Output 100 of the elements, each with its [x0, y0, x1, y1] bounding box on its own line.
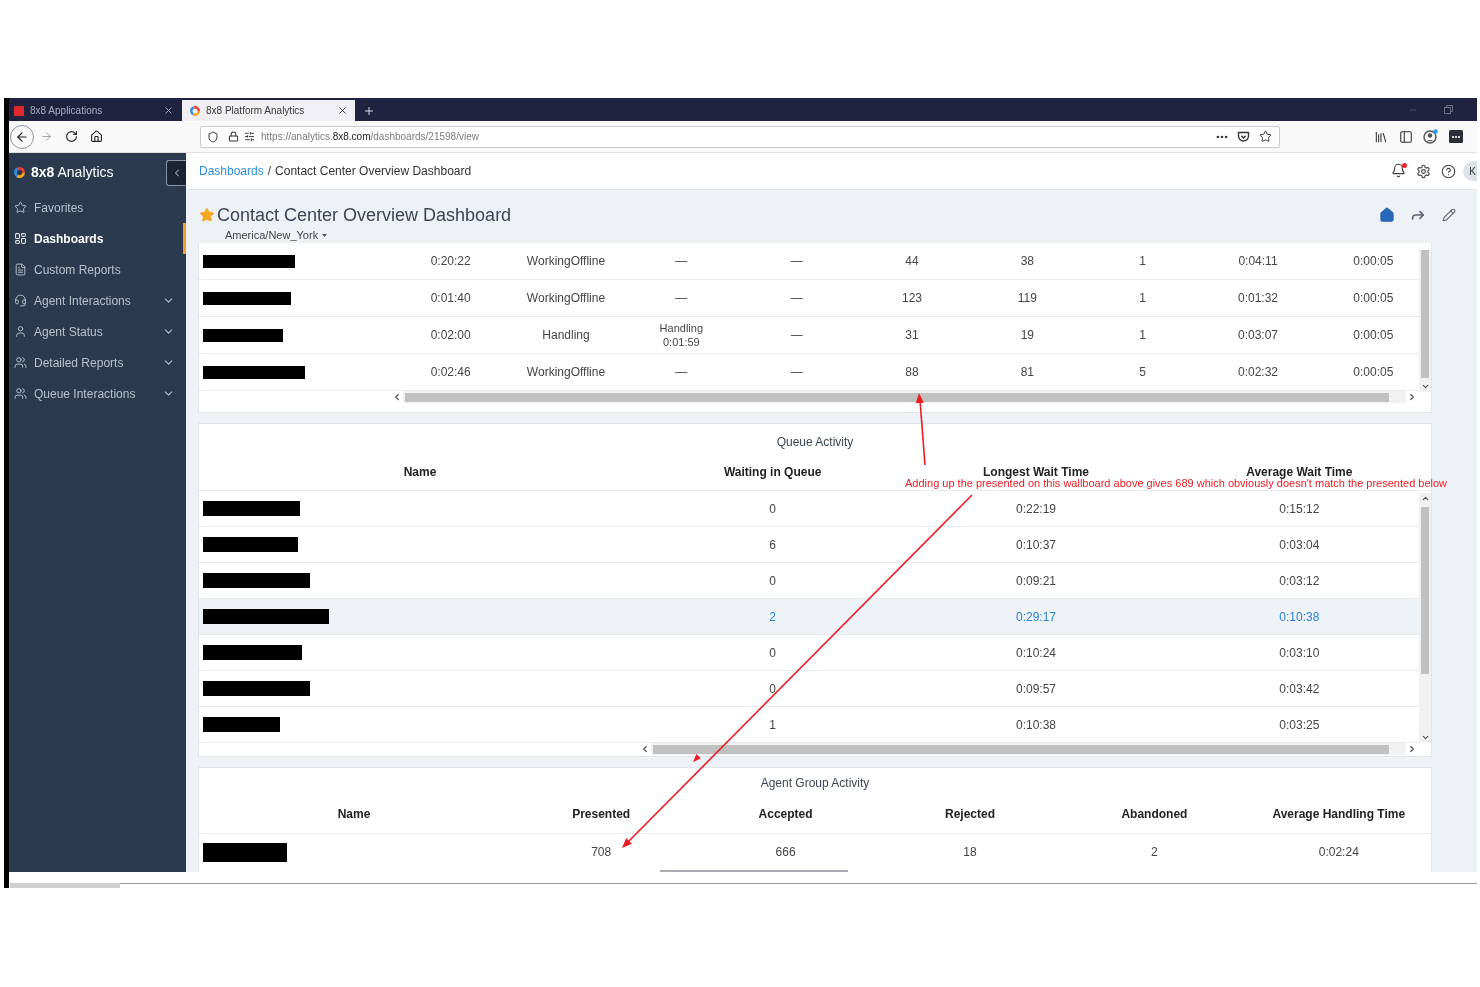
table-value: 0:03:10	[1279, 644, 1320, 662]
sidebar-item[interactable]: Agent Status	[9, 316, 186, 347]
caret-icon[interactable]	[322, 233, 328, 237]
home-icon[interactable]	[90, 130, 103, 143]
sidebar-item[interactable]: Queue Interactions	[9, 378, 186, 409]
scrollbar-track[interactable]	[1419, 250, 1431, 392]
timezone-dropdown[interactable]: America/New_York	[225, 226, 328, 244]
chevron-badge-icon[interactable]	[1237, 130, 1250, 143]
browser-tab[interactable]: 8x8 Platform Analytics	[182, 100, 355, 121]
chevron-down-icon[interactable]	[1420, 733, 1430, 742]
table-value: —	[675, 290, 688, 307]
table-value: 6	[769, 536, 776, 554]
sidebar-icon[interactable]	[1398, 129, 1413, 144]
table-value: 666	[775, 844, 796, 861]
column-header: Average Handling Time	[1272, 806, 1406, 823]
logo-icon	[14, 105, 24, 116]
table-value: 0:01:40	[430, 290, 471, 307]
help-icon[interactable]	[1441, 163, 1456, 179]
table-value: 123	[901, 290, 922, 307]
table-value: Handling	[542, 327, 590, 344]
restore-icon[interactable]	[1444, 105, 1453, 114]
scrollbar-thumb[interactable]	[1421, 507, 1429, 674]
table-value: 0:02:24	[1318, 844, 1359, 861]
column-header: Average Wait Time	[1246, 464, 1353, 480]
annotation-text: Adding up the presented on this wallboard above gives 689 which obviously doesn't match the presented below	[905, 477, 1448, 489]
table-value: 0	[769, 572, 776, 590]
column-header: Rejected	[944, 806, 995, 823]
settings-icon[interactable]	[1416, 163, 1431, 179]
scrollbar-track[interactable]	[651, 743, 1406, 755]
sidebar-item[interactable]: Agent Interactions	[9, 285, 186, 316]
chevron-right-icon[interactable]	[1407, 392, 1417, 402]
account-icon[interactable]	[1423, 129, 1438, 144]
lock-icon[interactable]	[228, 131, 239, 142]
table-value: 1	[769, 716, 776, 734]
bookmark-star-icon[interactable]	[1259, 130, 1272, 143]
table-value: Handling 0:01:59	[659, 321, 704, 349]
scrollbar-thumb[interactable]	[660, 870, 848, 872]
table-value: 0:10:38	[1015, 716, 1056, 734]
scrollbar-thumb[interactable]	[653, 744, 1389, 754]
sidebar-item[interactable]: Detailed Reports	[9, 347, 186, 378]
table-value: 2	[769, 608, 776, 626]
table-value: 0:01:32	[1237, 290, 1278, 307]
scrollbar-thumb[interactable]	[10, 883, 120, 888]
chevron-right-icon[interactable]	[1407, 744, 1417, 754]
headset-icon	[14, 294, 27, 307]
close-icon[interactable]	[163, 105, 174, 116]
pencil-icon[interactable]	[1442, 208, 1456, 222]
new-tab-icon[interactable]	[363, 105, 375, 117]
table-value: 0:00:05	[1353, 290, 1394, 307]
breadcrumb-current: Contact Center Overview Dashboard	[275, 163, 472, 180]
table-value: 0:03:25	[1279, 716, 1320, 734]
column-header: Longest Wait Time	[983, 464, 1089, 480]
table-value: 0:10:38	[1279, 608, 1320, 626]
app-name: 8x8 Analytics	[31, 163, 114, 182]
table-value: 0:03:07	[1237, 327, 1278, 344]
table-value: 0:20:22	[430, 253, 471, 270]
sliders-icon[interactable]	[244, 131, 255, 142]
table-value: 0:03:42	[1279, 680, 1320, 698]
table-value: 18	[963, 844, 977, 861]
table-value: 0:03:12	[1279, 572, 1320, 590]
chevron-left-icon[interactable]	[640, 744, 650, 754]
table-value: 1	[1139, 327, 1146, 344]
table-value: 38	[1020, 253, 1034, 270]
users-icon	[14, 387, 27, 400]
logo-icon	[190, 105, 200, 116]
scrollbar-thumb[interactable]	[1421, 250, 1429, 378]
table-value: 0:22:19	[1015, 500, 1056, 518]
shield-icon[interactable]	[207, 130, 219, 143]
table-value: 0:00:05	[1353, 364, 1394, 381]
avatar[interactable]: K	[1463, 161, 1477, 181]
chevron-down-icon[interactable]	[1420, 382, 1430, 391]
table-value: 19	[1020, 327, 1034, 344]
favorite-star-icon[interactable]	[199, 207, 215, 223]
sidebar-item[interactable]: Custom Reports	[9, 254, 186, 285]
table-value: 0:10:24	[1015, 644, 1056, 662]
dashboard-title: Contact Center Overview Dashboard	[217, 203, 512, 227]
sidebar-item[interactable]: Favorites	[9, 192, 186, 223]
chevron-up-icon[interactable]	[1420, 494, 1430, 503]
collapse-button[interactable]	[166, 159, 186, 186]
breadcrumb-link[interactable]: Dashboards	[199, 162, 264, 180]
extension-icon[interactable]	[1448, 130, 1463, 143]
table-value: 0:09:21	[1015, 572, 1056, 590]
scrollbar-track[interactable]	[1419, 493, 1431, 743]
table-value: 88	[905, 364, 919, 381]
scrollbar-track[interactable]	[403, 391, 1406, 403]
card-title: Agent Group Activity	[760, 775, 870, 792]
scrollbar-thumb[interactable]	[405, 392, 1389, 402]
column-header: Name	[337, 806, 371, 823]
card-title: Queue Activity	[776, 433, 854, 451]
document-icon	[14, 263, 27, 276]
address-bar[interactable]: https://analytics.8x8.com/dashboards/21598/view	[200, 125, 1280, 148]
table-value: 0:02:00	[430, 327, 471, 344]
library-icon[interactable]	[1373, 129, 1388, 144]
column-header: Name	[403, 464, 437, 481]
chevron-left-icon[interactable]	[392, 392, 402, 402]
breadcrumb-separator: /	[267, 163, 272, 180]
bell-icon[interactable]	[1391, 163, 1406, 178]
reload-icon[interactable]	[65, 130, 78, 143]
table-value: —	[675, 364, 688, 381]
close-icon[interactable]	[337, 105, 348, 116]
